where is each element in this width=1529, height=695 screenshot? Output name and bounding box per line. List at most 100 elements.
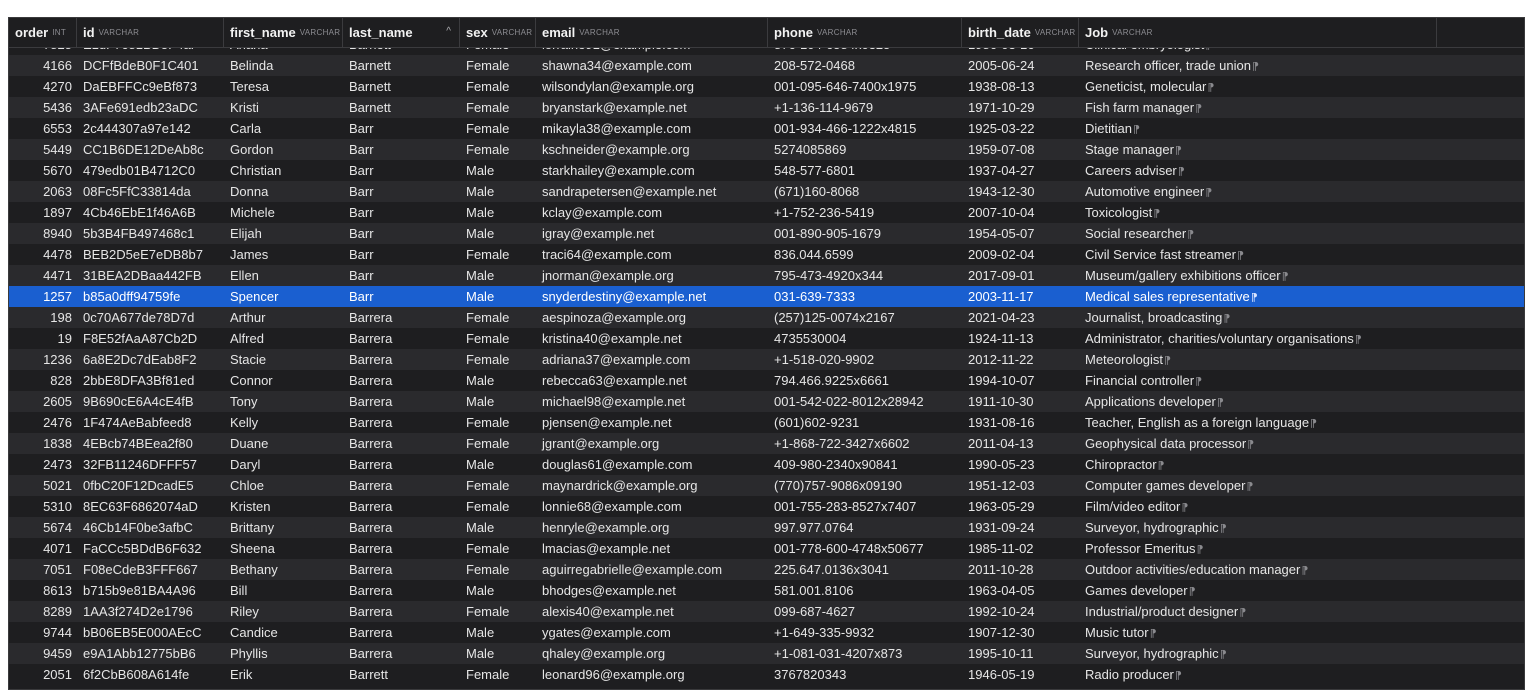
cell-id[interactable]: 3AFe691edb23aDC [77,97,224,118]
cell-job[interactable]: Chiropractor⁋ [1079,454,1437,475]
cell-sex[interactable]: Male [460,160,536,181]
cell-order[interactable]: 19 [9,328,77,349]
cell-email[interactable]: bryanstark@example.net [536,97,768,118]
cell-job[interactable]: Careers adviser⁋ [1079,160,1437,181]
cell-email[interactable]: shawna34@example.com [536,55,768,76]
cell-job[interactable]: Clinical embryologist⁋ [1079,47,1437,55]
cell-birth-date[interactable]: 2012-11-22 [962,349,1079,370]
cell-birth-date[interactable]: 1994-10-07 [962,370,1079,391]
cell-email[interactable]: lonnie68@example.com [536,496,768,517]
cell-order[interactable]: 2051 [9,664,77,685]
cell-job[interactable]: Surveyor, hydrographic⁋ [1079,517,1437,538]
table-row[interactable]: 7051 F08eCdeB3FFF667 Bethany Barrera Female a… [9,559,1524,580]
cell-phone[interactable]: +1-868-722-3427x6602 [768,433,962,454]
cell-job[interactable]: Outdoor activities/education manager⁋ [1079,559,1437,580]
cell-id[interactable]: 479edb01B4712C0 [77,160,224,181]
cell-job[interactable]: Fish farm manager⁋ [1079,97,1437,118]
table-row[interactable]: 828 2bbE8DFA3Bf81ed Connor Barrera Male rebec… [9,370,1524,391]
cell-order[interactable]: 4270 [9,76,77,97]
cell-job[interactable]: Geneticist, molecular⁋ [1079,76,1437,97]
cell-email[interactable]: ygates@example.com [536,622,768,643]
cell-order[interactable]: 2605 [9,391,77,412]
table-row[interactable]: 2473 32FB11246DFFF57 Daryl Barrera Male dougl… [9,454,1524,475]
cell-last-name[interactable]: Barnett [343,97,460,118]
cell-sex[interactable]: Male [460,643,536,664]
cell-birth-date[interactable]: 1971-10-29 [962,97,1079,118]
cell-email[interactable]: pjensen@example.net [536,412,768,433]
cell-job[interactable]: Radio producer⁋ [1079,664,1437,685]
column-header-job[interactable]: Job VARCHAR [1079,18,1437,47]
cell-id[interactable]: 4EBcb74BEea2f80 [77,433,224,454]
column-header-last-name[interactable]: last_name ^ [343,18,460,47]
cell-phone[interactable]: 3767820343 [768,664,962,685]
cell-first-name[interactable]: Connor [224,370,343,391]
cell-phone[interactable]: 001-890-905-1679 [768,223,962,244]
cell-email[interactable]: bhodges@example.net [536,580,768,601]
cell-last-name[interactable]: Barrera [343,601,460,622]
cell-id[interactable]: 6a8E2Dc7dEab8F2 [77,349,224,370]
cell-first-name[interactable]: Belinda [224,55,343,76]
cell-first-name[interactable]: Bethany [224,559,343,580]
cell-birth-date[interactable]: 1951-12-03 [962,475,1079,496]
table-row[interactable]: 2063 08Fc5FfC33814da Donna Barr Male sandrape… [9,181,1524,202]
cell-sex[interactable]: Female [460,496,536,517]
cell-order[interactable]: 7825 [9,47,77,55]
cell-birth-date[interactable]: 1937-04-27 [962,160,1079,181]
cell-order[interactable]: 828 [9,370,77,391]
cell-sex[interactable]: Female [460,139,536,160]
cell-birth-date[interactable]: 2005-06-24 [962,55,1079,76]
cell-order[interactable]: 5674 [9,517,77,538]
cell-first-name[interactable]: Chloe [224,475,343,496]
cell-order[interactable]: 5310 [9,496,77,517]
cell-job[interactable]: Dietitian⁋ [1079,118,1437,139]
cell-birth-date[interactable]: 2017-09-01 [962,265,1079,286]
cell-phone[interactable]: 581.001.8106 [768,580,962,601]
cell-order[interactable]: 8940 [9,223,77,244]
cell-email[interactable]: jnorman@example.org [536,265,768,286]
cell-phone[interactable]: 001-542-022-8012x28942 [768,391,962,412]
cell-phone[interactable]: (770)757-9086x09190 [768,475,962,496]
cell-sex[interactable]: Female [460,538,536,559]
cell-order[interactable]: 5449 [9,139,77,160]
cell-birth-date[interactable]: 1985-11-02 [962,538,1079,559]
cell-sex[interactable]: Male [460,391,536,412]
table-row[interactable]: 198 0c70A677de78D7d Arthur Barrera Female aes… [9,307,1524,328]
cell-job[interactable]: Computer games developer⁋ [1079,475,1437,496]
cell-job[interactable]: Music tutor⁋ [1079,622,1437,643]
cell-order[interactable]: 5670 [9,160,77,181]
cell-last-name[interactable]: Barr [343,202,460,223]
cell-last-name[interactable]: Barr [343,265,460,286]
cell-first-name[interactable]: Duane [224,433,343,454]
cell-order[interactable]: 2063 [9,181,77,202]
cell-birth-date[interactable]: 2011-10-28 [962,559,1079,580]
cell-birth-date[interactable]: 1946-05-19 [962,664,1079,685]
cell-phone[interactable]: 548-577-6801 [768,160,962,181]
cell-job[interactable]: Financial controller⁋ [1079,370,1437,391]
cell-email[interactable]: lorraine91@example.com [536,47,768,55]
cell-id[interactable]: 46Cb14F0be3afbC [77,517,224,538]
cell-last-name[interactable]: Barrera [343,538,460,559]
cell-sex[interactable]: Female [460,349,536,370]
cell-id[interactable]: 31BEA2DBaa442FB [77,265,224,286]
cell-email[interactable]: henryle@example.org [536,517,768,538]
cell-id[interactable]: 6f2CbB608A614fe [77,664,224,685]
cell-email[interactable]: traci64@example.com [536,244,768,265]
cell-job[interactable]: Geophysical data processor⁋ [1079,433,1437,454]
cell-sex[interactable]: Male [460,370,536,391]
table-row[interactable]: 7825E1dF7681BD5F4aFArianaBarnettFemalelo… [9,47,1524,55]
cell-birth-date[interactable]: 1911-10-30 [962,391,1079,412]
cell-sex[interactable]: Male [460,265,536,286]
cell-phone[interactable]: 4735530004 [768,328,962,349]
cell-phone[interactable]: 001-095-646-7400x1975 [768,76,962,97]
cell-email[interactable]: snyderdestiny@example.net [536,286,768,307]
cell-order[interactable]: 4071 [9,538,77,559]
cell-birth-date[interactable]: 2003-11-17 [962,286,1079,307]
table-row[interactable]: 4071 FaCCc5BDdB6F632 Sheena Barrera Female lm… [9,538,1524,559]
cell-email[interactable]: igray@example.net [536,223,768,244]
cell-job[interactable]: Journalist, broadcasting⁋ [1079,307,1437,328]
cell-last-name[interactable]: Barr [343,118,460,139]
table-row[interactable]: 2605 9B690cE6A4cE4fB Tony Barrera Male michae… [9,391,1524,412]
cell-first-name[interactable]: Ariana [224,47,343,55]
cell-job[interactable]: Toxicologist⁋ [1079,202,1437,223]
cell-id[interactable]: BEB2D5eE7eDB8b7 [77,244,224,265]
